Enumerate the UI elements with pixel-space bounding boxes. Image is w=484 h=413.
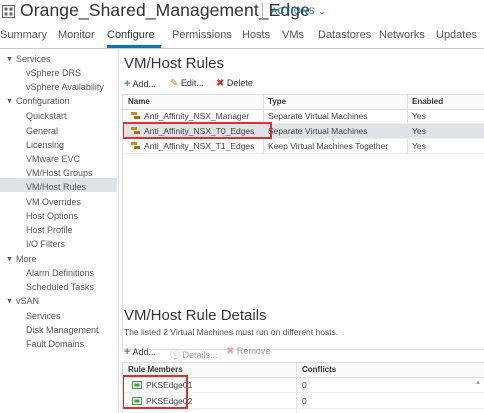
sidebar-item-vsphere-drs[interactable]: vSphere DRS bbox=[26, 68, 81, 78]
chevron-down-icon[interactable]: ▼ bbox=[6, 256, 13, 263]
cluster-icon bbox=[2, 5, 15, 18]
tab-bar: Summary Monitor Configure Permissions Ho… bbox=[0, 22, 484, 49]
sidebar-item-alarm-definitions[interactable]: Alarm Definitions bbox=[26, 268, 94, 278]
sidebar-item-io-filters[interactable]: I/O Filters bbox=[26, 239, 65, 249]
scroll-up-icon[interactable]: ▲ bbox=[475, 380, 481, 386]
info-icon: ⓘ bbox=[170, 350, 180, 361]
sidebar-group-configuration[interactable]: Configuration bbox=[16, 96, 70, 106]
title-bar: Orange_Shared_Management_Edge ACTIONS ⌄ bbox=[0, 0, 484, 22]
remove-x-icon: ✖ bbox=[226, 346, 235, 357]
tab-updates[interactable]: Updates bbox=[436, 29, 477, 41]
actions-menu-button[interactable]: ACTIONS ⌄ bbox=[271, 6, 326, 17]
remove-member-label: Remove bbox=[236, 346, 271, 356]
sidebar-item-scheduled-tasks[interactable]: Scheduled Tasks bbox=[26, 282, 94, 292]
sidebar-item-host-options[interactable]: Host Options bbox=[26, 211, 78, 221]
edit-rule-label: Edit... bbox=[180, 78, 204, 88]
add-member-label: Add... bbox=[132, 347, 156, 357]
sidebar-item-vsphere-availability[interactable]: vSphere Availability bbox=[26, 82, 104, 92]
title-divider bbox=[262, 3, 263, 19]
delete-rule-button[interactable]: ✖ Delete bbox=[216, 78, 253, 89]
tab-hosts[interactable]: Hosts bbox=[242, 29, 270, 41]
add-rule-label: Add... bbox=[132, 79, 156, 89]
chevron-down-icon[interactable]: ▼ bbox=[6, 56, 13, 63]
sidebar-item-licensing[interactable]: Licensing bbox=[26, 140, 64, 150]
details-heading: VM/Host Rule Details bbox=[124, 307, 267, 324]
rules-heading: VM/Host Rules bbox=[124, 55, 225, 72]
chevron-down-icon[interactable]: ▼ bbox=[6, 298, 13, 305]
configure-sidebar: ▼ Services vSphere DRS vSphere Availabil… bbox=[0, 49, 119, 413]
remove-member-button[interactable]: ✖ Remove bbox=[226, 346, 270, 357]
add-member-button[interactable]: + Add... bbox=[124, 346, 156, 358]
members-table-frame bbox=[122, 362, 484, 413]
pencil-icon: ✎ bbox=[170, 78, 179, 89]
sidebar-group-more[interactable]: More bbox=[16, 254, 37, 264]
details-label: Details... bbox=[182, 350, 218, 360]
tab-vms[interactable]: VMs bbox=[282, 29, 304, 41]
sidebar-group-vsan[interactable]: vSAN bbox=[16, 296, 39, 306]
edit-rule-button[interactable]: ✎ Edit... bbox=[170, 78, 204, 89]
delete-x-icon: ✖ bbox=[216, 78, 225, 89]
tab-datastores[interactable]: Datastores bbox=[318, 29, 371, 41]
sidebar-item-vm-host-rules[interactable]: VM/Host Rules bbox=[26, 182, 86, 192]
tab-networks[interactable]: Networks bbox=[379, 29, 425, 41]
delete-rule-label: Delete bbox=[226, 78, 253, 88]
main-panel: VM/Host Rules + Add... ✎ Edit... ✖ Delet… bbox=[122, 49, 484, 413]
sidebar-item-fault-domains[interactable]: Fault Domains bbox=[26, 339, 84, 349]
tab-summary[interactable]: Summary bbox=[0, 29, 47, 41]
tab-permissions[interactable]: Permissions bbox=[172, 29, 232, 41]
sidebar-item-vm-overrides[interactable]: VM Overrides bbox=[26, 197, 81, 207]
page-title: Orange_Shared_Management_Edge bbox=[20, 0, 310, 20]
details-description: The listed 2 Virtual Machines must run o… bbox=[124, 327, 339, 337]
tab-configure[interactable]: Configure bbox=[107, 29, 155, 41]
plus-icon: + bbox=[124, 78, 131, 90]
sidebar-item-disk-management[interactable]: Disk Management bbox=[26, 325, 99, 335]
sidebar-item-vsan-services[interactable]: Services bbox=[26, 311, 61, 321]
sidebar-item-vmware-evc[interactable]: VMware EVC bbox=[26, 154, 80, 164]
sidebar-item-vm-host-groups[interactable]: VM/Host Groups bbox=[26, 168, 93, 178]
sidebar-item-general[interactable]: General bbox=[26, 126, 58, 136]
sidebar-item-host-profile[interactable]: Host Profile bbox=[26, 225, 73, 235]
sidebar-item-quickstart[interactable]: Quickstart bbox=[26, 111, 67, 121]
sidebar-group-services[interactable]: Services bbox=[16, 54, 51, 64]
active-tab-indicator bbox=[107, 45, 161, 48]
details-button[interactable]: ⓘ Details... bbox=[170, 346, 218, 361]
add-rule-button[interactable]: + Add... bbox=[124, 78, 156, 90]
plus-icon: + bbox=[124, 346, 131, 358]
chevron-down-icon[interactable]: ▼ bbox=[6, 98, 13, 105]
tab-monitor[interactable]: Monitor bbox=[58, 29, 95, 41]
